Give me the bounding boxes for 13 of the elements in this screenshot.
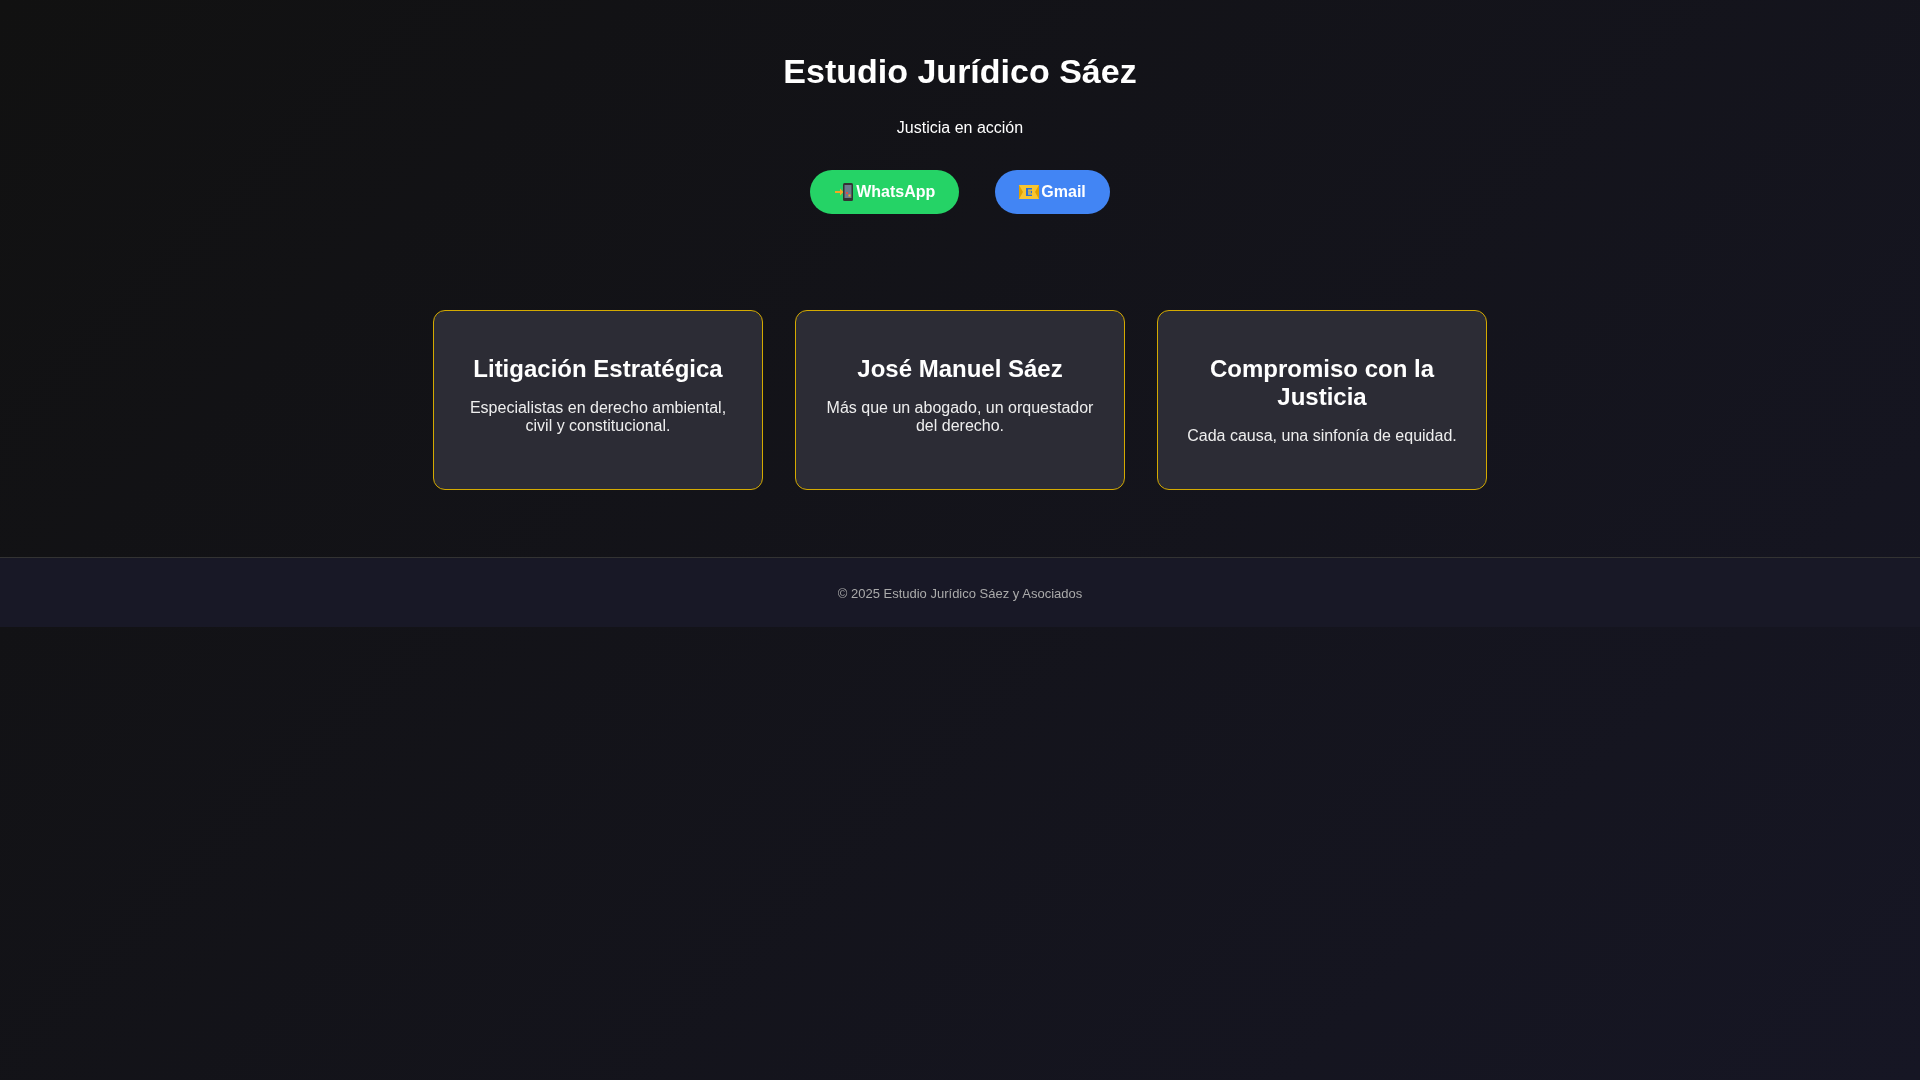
- gmail-button[interactable]: Gmail: [995, 170, 1110, 214]
- tagline: Justicia en acción: [896, 118, 1024, 138]
- card-title: Litigación Estratégica: [472, 355, 724, 383]
- site-title: Estudio Jurídico Sáez: [783, 52, 1137, 90]
- card-title: Compromiso con la Justicia: [1209, 355, 1436, 411]
- card-text: Cada causa, una sinfonía de equidad.: [1186, 427, 1458, 445]
- copyright-text: © 2025 Estudio Jurídico Sáez y Asociados: [837, 586, 1083, 601]
- card-text: Especialistas en derecho ambiental, civil y constitucional.: [468, 399, 728, 435]
- card-title: José Manuel Sáez: [856, 355, 1064, 383]
- envelope-icon: [1019, 184, 1040, 200]
- card-text: Más que un abogado, un orquestador del derecho.: [825, 399, 1095, 435]
- whatsapp-button[interactable]: WhatsApp: [810, 170, 960, 214]
- phone-arrow-icon: [834, 182, 855, 202]
